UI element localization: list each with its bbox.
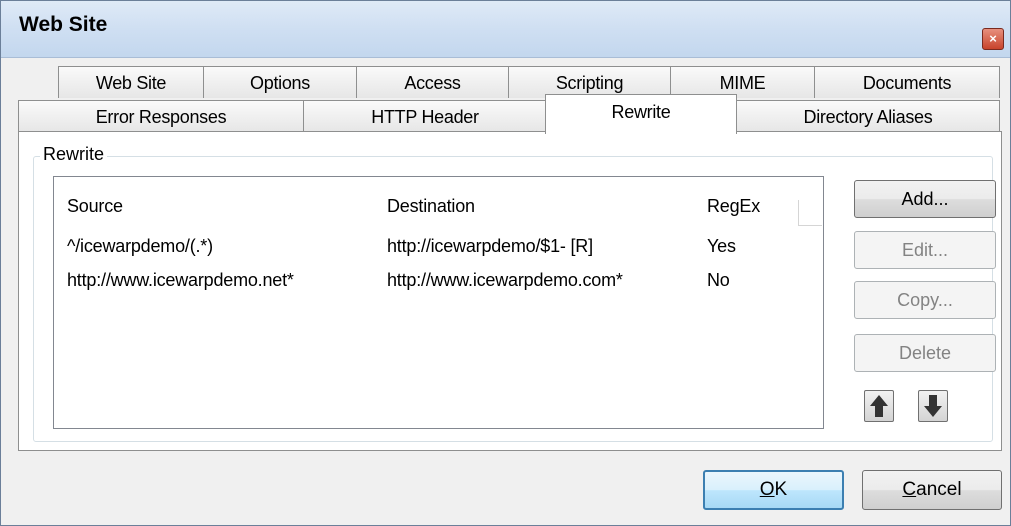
arrow-down-icon xyxy=(924,395,942,417)
row-1-destination[interactable]: http://icewarpdemo/$1- [R] xyxy=(387,236,593,257)
row-1-source[interactable]: ^/icewarpdemo/(.*) xyxy=(67,236,213,257)
window-title: Web Site xyxy=(19,13,108,36)
row-2-regex[interactable]: No xyxy=(707,270,730,291)
tab-web-site[interactable]: Web Site xyxy=(58,66,204,98)
cancel-label: ancel xyxy=(916,479,962,500)
row-1-regex[interactable]: Yes xyxy=(707,236,736,257)
tab-options[interactable]: Options xyxy=(203,66,357,98)
add-button[interactable]: Add... xyxy=(854,180,996,218)
column-header-source[interactable]: Source xyxy=(67,196,123,217)
tab-error-responses[interactable]: Error Responses xyxy=(18,100,304,132)
ok-label: K xyxy=(774,479,788,500)
column-header-regex[interactable]: RegEx xyxy=(707,196,760,217)
delete-button[interactable]: Delete xyxy=(854,334,996,372)
row-2-destination[interactable]: http://www.icewarpdemo.com* xyxy=(387,270,623,291)
tab-access[interactable]: Access xyxy=(356,66,509,98)
move-down-button[interactable] xyxy=(918,390,948,422)
row-2-source[interactable]: http://www.icewarpdemo.net* xyxy=(67,270,294,291)
ok-mnemonic: O xyxy=(759,479,775,500)
tab-documents[interactable]: Documents xyxy=(814,66,1000,98)
cancel-button[interactable]: Cancel xyxy=(862,470,1002,510)
tab-http-header[interactable]: HTTP Header xyxy=(303,100,547,132)
cancel-mnemonic: C xyxy=(902,479,917,500)
move-up-button[interactable] xyxy=(864,390,894,422)
tab-directory-aliases[interactable]: Directory Aliases xyxy=(736,100,1000,132)
rewrite-group-label: Rewrite xyxy=(40,144,108,165)
column-header-divider[interactable] xyxy=(798,200,822,226)
close-button[interactable]: × xyxy=(982,28,1004,50)
close-icon: × xyxy=(989,31,997,46)
edit-button[interactable]: Edit... xyxy=(854,231,996,269)
title-bar[interactable]: Web Site × xyxy=(1,1,1010,58)
copy-button[interactable]: Copy... xyxy=(854,281,996,319)
column-header-destination[interactable]: Destination xyxy=(387,196,475,217)
arrow-up-icon xyxy=(870,395,888,417)
ok-button[interactable]: OK xyxy=(703,470,844,510)
tab-rewrite[interactable]: Rewrite xyxy=(545,94,737,134)
